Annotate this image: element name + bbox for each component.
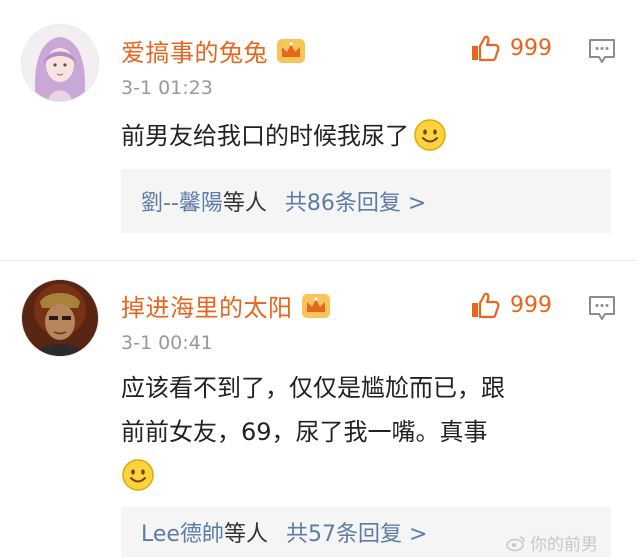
reply-user-names[interactable]: 劉--馨陽 <box>141 185 223 217</box>
reply-etc-label: 等人 <box>223 522 268 547</box>
divider <box>0 260 637 261</box>
reply-user-names[interactable]: Lee德帥 <box>141 516 224 548</box>
comment-text-line: 前前女友，69，尿了我一嘴。真事 <box>121 418 488 446</box>
timestamp: 3-1 00:41 <box>121 332 213 354</box>
like-button[interactable]: 999 <box>470 290 552 320</box>
reply-etc-label: 等人 <box>222 191 267 216</box>
avatar[interactable] <box>22 280 98 356</box>
username-text[interactable]: 爱搞事的兔兔 <box>121 33 268 68</box>
comment-text: 前男友给我口的时候我尿了 <box>121 114 621 158</box>
watermark: 你的前男 <box>506 530 598 555</box>
comment-bubble-icon[interactable] <box>587 36 617 66</box>
comment-item: 掉进海里的太阳 999 3-1 00:41 应该看不到了，仅仅是尴尬而已，跟 前… <box>0 262 637 557</box>
thumbs-up-icon <box>472 292 500 319</box>
username[interactable]: 掉进海里的太阳 <box>121 288 331 323</box>
crown-vip-icon <box>301 293 330 318</box>
avatar-image <box>22 280 98 356</box>
username[interactable]: 爱搞事的兔兔 <box>121 33 306 68</box>
weibo-logo-icon <box>506 535 525 551</box>
timestamp: 3-1 01:23 <box>121 77 213 99</box>
like-count: 999 <box>510 292 552 318</box>
avatar-image <box>22 25 98 101</box>
thumbs-up-icon <box>472 35 500 62</box>
smiley-emoji <box>122 459 154 491</box>
watermark-text: 你的前男 <box>530 535 598 555</box>
avatar[interactable] <box>22 25 98 101</box>
comment-text: 应该看不到了，仅仅是尴尬而已，跟 前前女友，69，尿了我一嘴。真事 <box>121 366 621 498</box>
comment-text-line <box>121 454 621 498</box>
reply-total-link[interactable]: 共86条回复 > <box>285 185 426 217</box>
smiley-emoji <box>414 119 446 151</box>
comment-text-line: 前男友给我口的时候我尿了 <box>121 122 409 150</box>
comment-bubble-icon[interactable] <box>587 293 617 323</box>
comment-item: 爱搞事的兔兔 999 3-1 01:23 前男友给我口的时候我尿了 劉--馨陽 … <box>0 0 637 250</box>
reply-summary[interactable]: 劉--馨陽 等人 共86条回复 > <box>121 169 611 233</box>
crown-vip-icon <box>277 38 305 63</box>
comment-text-line: 应该看不到了，仅仅是尴尬而已，跟 <box>121 374 505 402</box>
like-count: 999 <box>510 35 552 61</box>
like-button[interactable]: 999 <box>470 33 552 63</box>
reply-total-link[interactable]: 共57条回复 > <box>286 516 427 548</box>
username-text[interactable]: 掉进海里的太阳 <box>121 288 293 323</box>
